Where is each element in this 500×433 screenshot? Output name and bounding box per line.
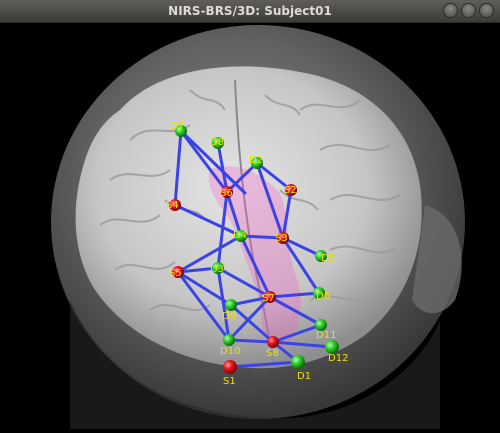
label-d4: D4 [233,230,247,241]
window-title: NIRS-BRS/3D: Subject01 [168,4,332,18]
label-d8: D8 [210,137,224,148]
maximize-button[interactable] [461,3,476,18]
label-s3: S3 [275,233,288,244]
brain-scene[interactable]: S1 S3 S4 S5 S6 S7 S8 S2 D1 D2 D3 D4 D5 D… [0,23,500,429]
label-s1: S1 [223,376,236,387]
source-s1[interactable] [223,360,237,374]
detector-d12[interactable] [325,340,339,354]
label-s8: S8 [266,348,279,359]
detector-d10[interactable] [223,334,235,346]
label-d12: D12 [328,353,348,364]
title-bar[interactable]: NIRS-BRS/3D: Subject01 [0,0,500,23]
close-button[interactable] [479,3,494,18]
detector-d1[interactable] [291,355,305,369]
label-s7: S7 [262,293,275,304]
label-s4: S4 [166,200,179,211]
label-d6: D6 [316,291,330,302]
label-s6: S6 [220,188,233,199]
label-d10: D10 [220,346,240,357]
nirs-3d-window: NIRS-BRS/3D: Subject01 S1 S3 S4 S5 S6 S7… [0,0,500,429]
label-s2: S2 [284,185,297,196]
source-s8[interactable] [267,336,279,348]
label-d3: D3 [210,264,224,275]
minimize-button[interactable] [443,3,458,18]
window-controls [443,3,494,18]
label-d11: D11 [316,330,336,341]
label-d9: D9 [222,311,236,322]
label-d5: D5 [321,253,335,264]
label-d2: D2 [249,155,263,166]
label-s5: S5 [169,268,182,279]
3d-viewport[interactable]: S1 S3 S4 S5 S6 S7 S8 S2 D1 D2 D3 D4 D5 D… [0,23,500,429]
label-d1: D1 [297,371,311,382]
label-d7: D7 [170,121,184,132]
detector-d9[interactable] [225,299,237,311]
